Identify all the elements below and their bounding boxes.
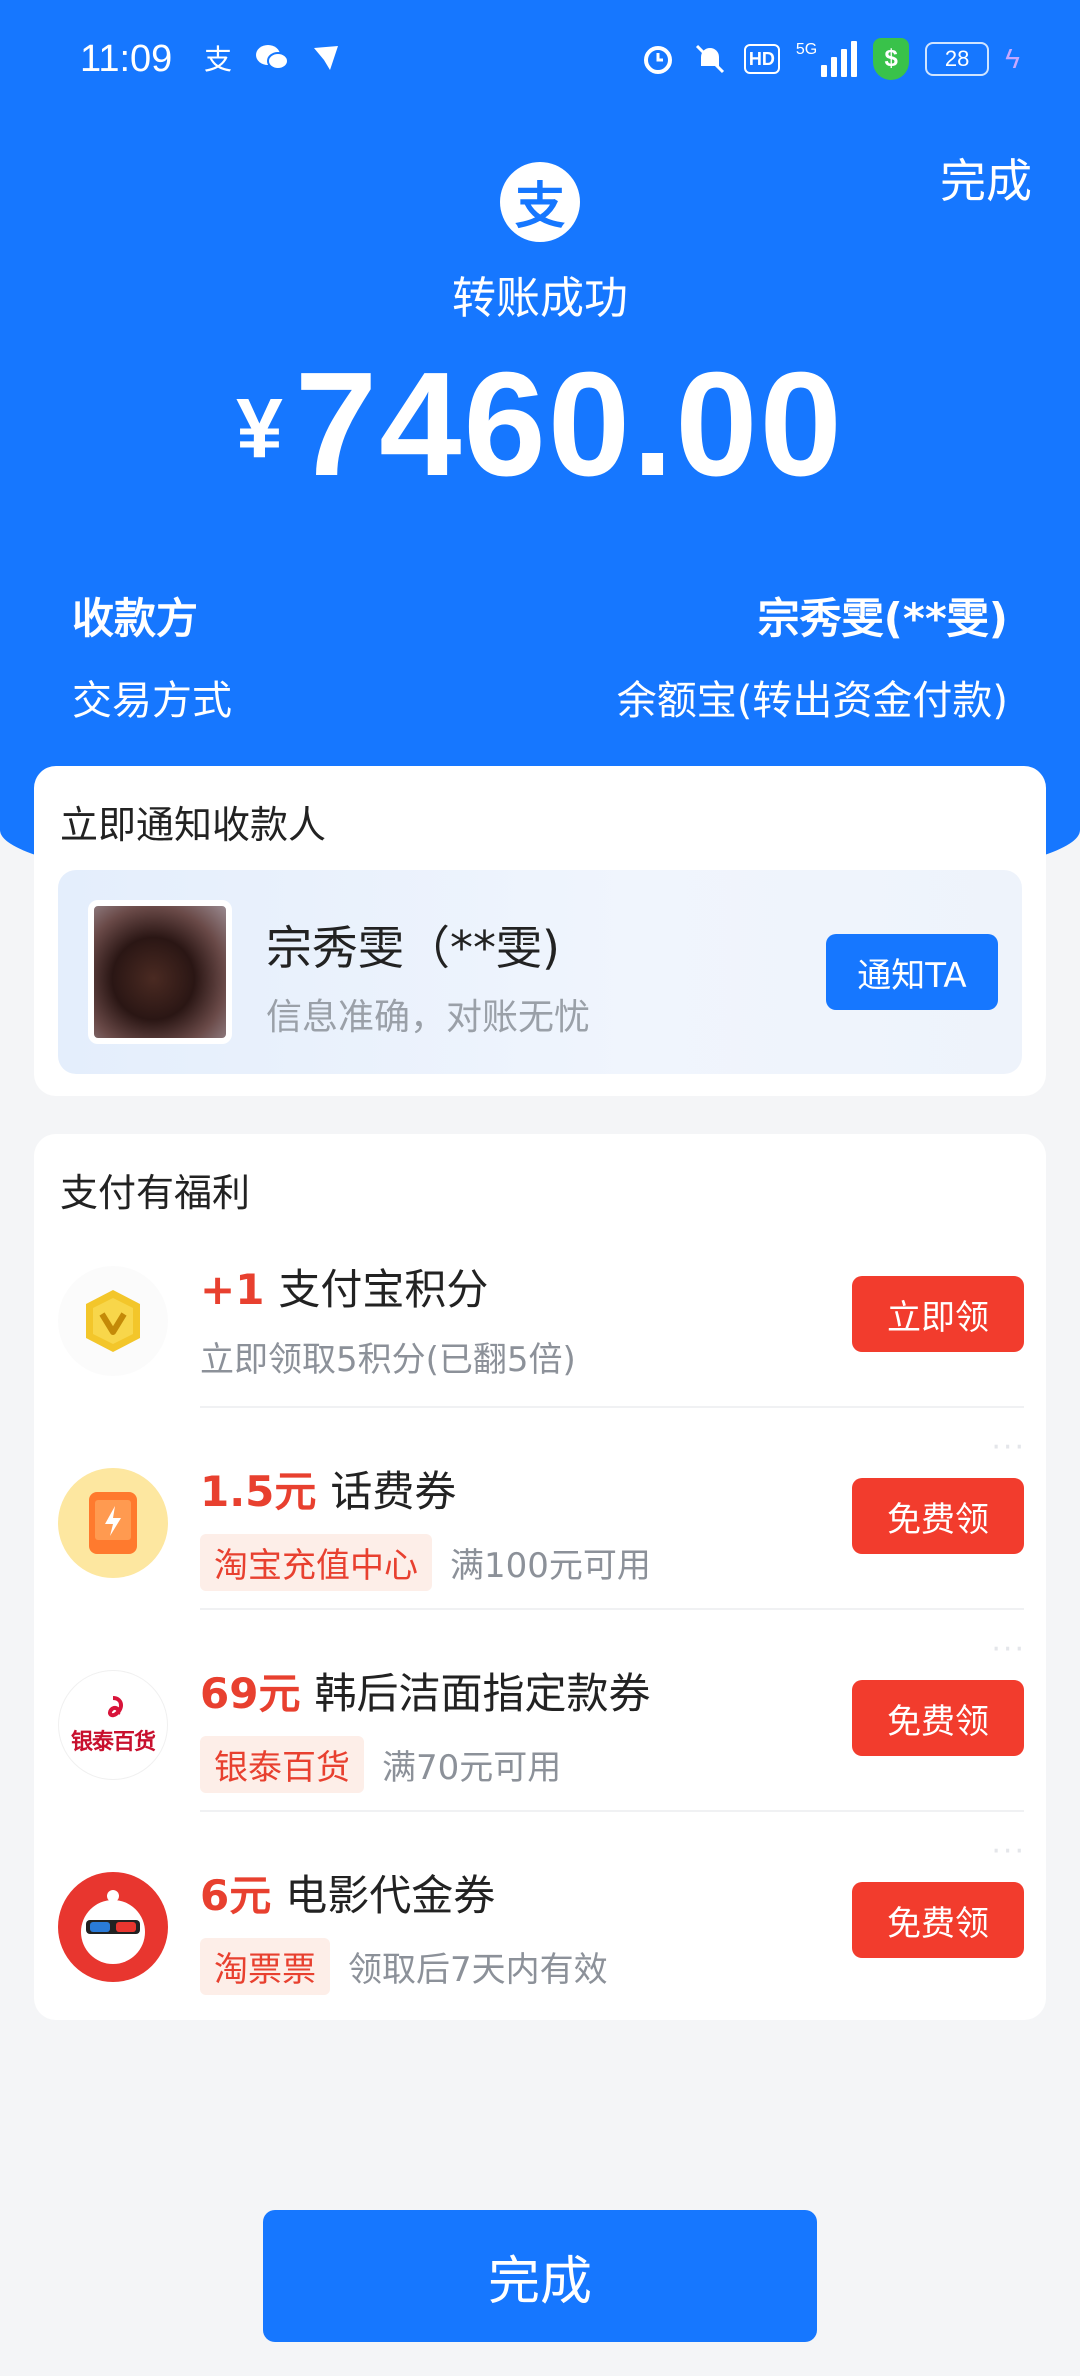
status-time: 11:09 — [80, 38, 173, 80]
charging-icon: ϟ — [1005, 43, 1020, 74]
benefit-name: 电影代金券 — [285, 1871, 496, 1920]
benefits-card: 支付有福利 +1 支付宝积分 立即领取5积分(已翻5倍) 立即领 ··· 1.5元… — [34, 1134, 1046, 2020]
benefit-highlight: 69元 — [200, 1669, 301, 1718]
more-dots-icon: ··· — [991, 1632, 1026, 1667]
alarm-icon — [640, 41, 676, 77]
recipient-name: 宗秀雯（**雯) — [266, 921, 560, 975]
benefit-highlight: 6元 — [200, 1871, 272, 1920]
amount-value: 7460.00 — [294, 342, 844, 507]
notify-button[interactable]: 通知TA — [826, 934, 998, 1010]
recipient-subtitle: 信息准确，对账无忧 — [266, 997, 591, 1038]
benefit-highlight: +1 — [200, 1265, 265, 1314]
hd-icon: HD — [743, 44, 780, 74]
alipay-icon: 支 — [203, 44, 232, 75]
divider — [200, 1608, 1024, 1610]
payee-row: 收款方 宗秀雯(**雯) — [72, 585, 1008, 646]
page-title: 转账成功 — [452, 273, 628, 324]
benefit-sub-text: 满100元可用 — [450, 1546, 651, 1586]
notify-card-title: 立即通知收款人 — [60, 803, 327, 847]
payee-label: 收款方 — [72, 594, 199, 643]
method-row: 交易方式 余额宝(转出资金付款) — [72, 668, 1008, 726]
more-dots-icon: ··· — [991, 1430, 1026, 1465]
security-shield-icon: $ — [873, 38, 910, 80]
benefit-subtitle: 淘票票 领取后7天内有效 — [200, 1938, 608, 1995]
benefit-subtitle: 立即领取5积分(已翻5倍) — [200, 1332, 576, 1381]
claim-movie-coupon-button[interactable]: 免费领 — [852, 1882, 1024, 1958]
network-type-label: 5G — [795, 41, 818, 58]
claim-points-button[interactable]: 立即领 — [852, 1276, 1024, 1352]
method-label: 交易方式 — [72, 678, 232, 724]
avatar — [88, 900, 232, 1044]
benefit-title: 1.5元 话费券 — [200, 1458, 456, 1519]
benefit-item-movie-coupon: ··· 6元 电影代金券 淘票票 领取后7天内有效 免费领 — [34, 1834, 1046, 2062]
notify-card: 立即通知收款人 宗秀雯（**雯) 信息准确，对账无忧 通知TA — [34, 766, 1046, 1096]
alipay-logo-icon: 支 — [500, 162, 580, 242]
benefit-subtitle: 银泰百货 满70元可用 — [200, 1736, 561, 1793]
more-dots-icon: ··· — [991, 1834, 1026, 1869]
battery-icon: 28 — [925, 42, 990, 76]
benefit-item-phone-coupon: ··· 1.5元 话费券 淘宝充值中心 满100元可用 免费领 — [34, 1430, 1046, 1658]
5g-signal-icon: 5G — [795, 41, 858, 77]
method-value: 余额宝(转出资金付款) — [616, 678, 1008, 724]
payee-value: 宗秀雯(**雯) — [757, 594, 1008, 643]
benefit-highlight: 1.5元 — [200, 1467, 317, 1516]
bird-icon — [308, 40, 344, 76]
benefit-sub-text: 立即领取5积分(已翻5倍) — [200, 1340, 576, 1380]
merchant-tag: 银泰百货 — [200, 1736, 364, 1793]
benefit-title: 69元 韩后洁面指定款券 — [200, 1660, 650, 1721]
merchant-tag: 淘票票 — [200, 1938, 330, 1995]
benefit-name: 韩后洁面指定款券 — [314, 1669, 651, 1718]
benefit-sub-text: 领取后7天内有效 — [348, 1950, 608, 1990]
intime-store-logo-icon: 银泰百货 — [58, 1670, 168, 1780]
benefit-item-points: +1 支付宝积分 立即领取5积分(已翻5倍) 立即领 — [34, 1256, 1046, 1456]
benefit-item-cleanser-coupon: ··· 银泰百货 69元 韩后洁面指定款券 银泰百货 满70元可用 免费领 — [34, 1632, 1046, 1860]
benefit-sub-text: 满70元可用 — [382, 1748, 562, 1788]
benefit-title: 6元 电影代金券 — [200, 1862, 495, 1923]
status-bar: 11:09 支 HD 5G $ 28 ϟ — [0, 0, 1080, 120]
intime-logo-text: 银泰百货 — [70, 1730, 156, 1755]
taopiaopiao-logo-icon — [58, 1872, 168, 1982]
benefit-title: +1 支付宝积分 — [200, 1256, 488, 1317]
claim-phone-coupon-button[interactable]: 免费领 — [852, 1478, 1024, 1554]
benefit-name: 支付宝积分 — [278, 1265, 489, 1314]
phone-charge-icon — [58, 1468, 168, 1578]
benefits-title: 支付有福利 — [60, 1171, 251, 1215]
transfer-amount: ¥7460.00 — [0, 340, 1080, 510]
claim-cleanser-coupon-button[interactable]: 免费领 — [852, 1680, 1024, 1756]
done-button-top[interactable]: 完成 — [940, 145, 1032, 211]
currency-symbol: ¥ — [236, 381, 283, 475]
mute-icon — [692, 41, 728, 77]
points-coin-icon — [58, 1266, 168, 1376]
merchant-tag: 淘宝充值中心 — [200, 1534, 432, 1591]
notify-panel: 宗秀雯（**雯) 信息准确，对账无忧 通知TA — [58, 870, 1022, 1074]
divider — [200, 1406, 1024, 1408]
benefit-subtitle: 淘宝充值中心 满100元可用 — [200, 1534, 651, 1591]
benefit-name: 话费券 — [330, 1467, 457, 1516]
wechat-icon — [254, 40, 290, 76]
divider — [200, 1810, 1024, 1812]
done-button[interactable]: 完成 — [263, 2210, 817, 2342]
